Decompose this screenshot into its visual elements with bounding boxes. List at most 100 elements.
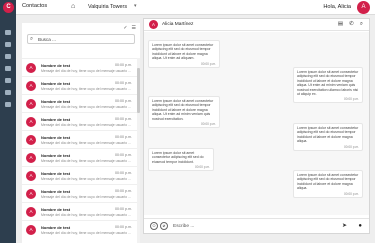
contact-time: 00:00 p.m. (115, 225, 132, 229)
microphone-icon[interactable]: ● (358, 223, 362, 230)
home-icon[interactable]: ⌂ (71, 3, 75, 10)
message-received: Lorem ipsum dolor sit amet consectetur a… (148, 96, 220, 129)
contact-name: Nombre de test (41, 81, 71, 86)
contact-list-item[interactable]: A Nombre de test 00:00 p.m. Mensaje del día… (22, 202, 140, 220)
contact-name: Nombre de test (41, 225, 71, 230)
app-logo[interactable]: C (3, 2, 14, 13)
contact-avatar: A (26, 63, 36, 73)
app-sidebar: C (0, 0, 16, 243)
contact-preview: Mensaje del día de hoy, tiene cuyo del m… (41, 213, 132, 217)
contact-list-item[interactable]: A Nombre de test 00:00 p.m. Mensaje del día… (22, 148, 140, 166)
nav-icon-1[interactable] (5, 30, 11, 35)
contact-time: 00:00 p.m. (115, 153, 132, 157)
contact-time: 00:00 p.m. (115, 63, 132, 67)
contact-time: 00:00 p.m. (115, 99, 132, 103)
user-avatar[interactable]: A (357, 1, 370, 14)
contact-list-item[interactable]: A Nombre de test 00:00 p.m. Mensaje del día… (22, 58, 140, 76)
nav-icon-5[interactable] (5, 78, 11, 83)
contact-name: Alicia Martínez (162, 22, 194, 27)
contact-name: Nombre de test (41, 189, 71, 194)
message-text: Lorem ipsum dolor sit amet consectetur a… (152, 151, 204, 164)
contact-preview: Mensaje del día de hoy, tiene cuyo del m… (41, 69, 132, 73)
contact-time: 00:00 p.m. (115, 81, 132, 85)
message-text: Lorem ipsum dolor sit amet consectetur a… (297, 70, 359, 97)
contact-list-item[interactable]: A Nombre de test 00:00 p.m. Mensaje del día… (22, 220, 140, 238)
contact-avatar: A (26, 189, 36, 199)
contact-time: 00:00 p.m. (115, 171, 132, 175)
filter-icon[interactable]: ☰ (132, 25, 136, 31)
message-time: 00:00 p.m. (343, 144, 359, 149)
contacts-scrollbar[interactable] (137, 58, 140, 243)
contacts-list: A Nombre de test 00:00 p.m. Mensaje del día… (22, 58, 140, 238)
nav-icon-2[interactable] (5, 42, 11, 47)
contact-avatar: A (26, 153, 36, 163)
message-received: Lorem ipsum dolor sit amet consectetur a… (148, 148, 214, 172)
emoji-icon[interactable]: ☺ (150, 222, 158, 230)
nav-icon-6[interactable] (5, 90, 11, 95)
contact-avatar: A (26, 117, 36, 127)
contact-name: Nombre de test (41, 153, 71, 158)
contact-avatar: A (26, 207, 36, 217)
contact-time: 00:00 p.m. (115, 207, 132, 211)
contact-preview: Mensaje del día de hoy, tiene cuyo del m… (41, 177, 132, 181)
contact-list-item[interactable]: A Nombre de test 00:00 p.m. Mensaje del día… (22, 112, 140, 130)
contact-avatar: A (26, 135, 36, 145)
contact-time: 00:00 p.m. (115, 135, 132, 139)
chevron-down-icon[interactable]: ▾ (134, 3, 137, 9)
contact-name: Nombre de test (41, 63, 71, 68)
chat-panel: A Alicia Martínez ▤ ✆ ⌕ Lorem ipsum dolor … (143, 18, 370, 234)
search-icon[interactable]: ⌕ (360, 21, 363, 27)
message-time: 00:00 p.m. (200, 122, 216, 127)
contact-preview: Mensaje del día de hoy, tiene cuyo del m… (41, 195, 132, 199)
contact-list-item[interactable]: A Nombre de test 00:00 p.m. Mensaje del día… (22, 76, 140, 94)
message-text: Lorem ipsum dolor sit amet consectetur a… (297, 173, 359, 191)
message-sent: Lorem ipsum dolor sit amet consectetur a… (293, 170, 363, 198)
contact-list-item[interactable]: A Nombre de test 00:00 p.m. Mensaje del día… (22, 166, 140, 184)
contact-name: Nombre de test (41, 117, 71, 122)
file-icon[interactable]: ▤ (338, 21, 343, 27)
contact-name: Nombre de test (41, 171, 71, 176)
contact-avatar: A (149, 20, 158, 29)
message-composer: ☺ ⌀ Escribe ... ➤ ● (144, 218, 369, 233)
app-title: Contactos (22, 3, 48, 9)
nav-icon-7[interactable] (5, 102, 11, 107)
nav-icon-4[interactable] (5, 66, 11, 71)
contact-avatar: A (26, 99, 36, 109)
contact-list-item[interactable]: A Nombre de test 00:00 p.m. Mensaje del día… (22, 184, 140, 202)
message-time: 00:00 p.m. (343, 97, 359, 102)
search-box[interactable]: ⌕ Busca ... (27, 34, 135, 44)
search-input[interactable]: Busca ... (38, 37, 56, 42)
contact-name: Nombre de test (41, 207, 71, 212)
contact-preview: Mensaje del día de hoy, tiene cuyo del m… (41, 141, 132, 145)
message-received: Lorem ipsum dolor sit amet consectetur a… (148, 40, 220, 68)
nav-icon-3[interactable] (5, 54, 11, 59)
search-icon: ⌕ (30, 36, 34, 42)
message-area: Lorem ipsum dolor sit amet consectetur a… (144, 32, 369, 215)
contact-avatar: A (26, 225, 36, 235)
contact-name: Nombre de test (41, 99, 71, 104)
message-sent: Lorem ipsum dolor sit amet consectetur a… (293, 67, 363, 104)
paperclip-icon[interactable]: ⌀ (160, 222, 168, 230)
contact-name: Nombre de test (41, 135, 71, 140)
check-icon[interactable]: ✓ (123, 25, 127, 31)
message-text: Lorem ipsum dolor sit amet consectetur a… (297, 126, 359, 144)
contact-preview: Mensaje del día de hoy, tiene cuyo del m… (41, 231, 132, 235)
contact-preview: Mensaje del día de hoy, tiene cuyo del m… (41, 105, 132, 109)
contact-list-item[interactable]: A Nombre de test 00:00 p.m. Mensaje del día… (22, 130, 140, 148)
building-selector-label[interactable]: Valquiria Towers (88, 4, 127, 10)
message-text: Lorem ipsum dolor sit amet consectetur a… (152, 99, 214, 121)
contacts-panel: ✓ ☰ ⌕ Busca ... A Nombre de test 00:00 p.m.… (22, 23, 140, 243)
message-input[interactable]: Escribe ... (173, 224, 194, 229)
contact-avatar: A (26, 81, 36, 91)
send-icon[interactable]: ➤ (342, 223, 347, 230)
contact-preview: Mensaje del día de hoy, tiene cuyo del m… (41, 87, 132, 91)
chat-header: A Alicia Martínez ▤ ✆ ⌕ (144, 19, 369, 31)
message-time: 00:00 p.m. (194, 165, 210, 170)
scrollbar-thumb[interactable] (137, 68, 140, 113)
contact-list-item[interactable]: A Nombre de test 00:00 p.m. Mensaje del día… (22, 94, 140, 112)
message-text: Lorem ipsum dolor sit amet consectetur a… (152, 43, 214, 61)
contact-avatar: A (26, 171, 36, 181)
phone-icon[interactable]: ✆ (349, 21, 354, 27)
contact-time: 00:00 p.m. (115, 189, 132, 193)
chat-actions: ▤ ✆ ⌕ (332, 21, 363, 28)
